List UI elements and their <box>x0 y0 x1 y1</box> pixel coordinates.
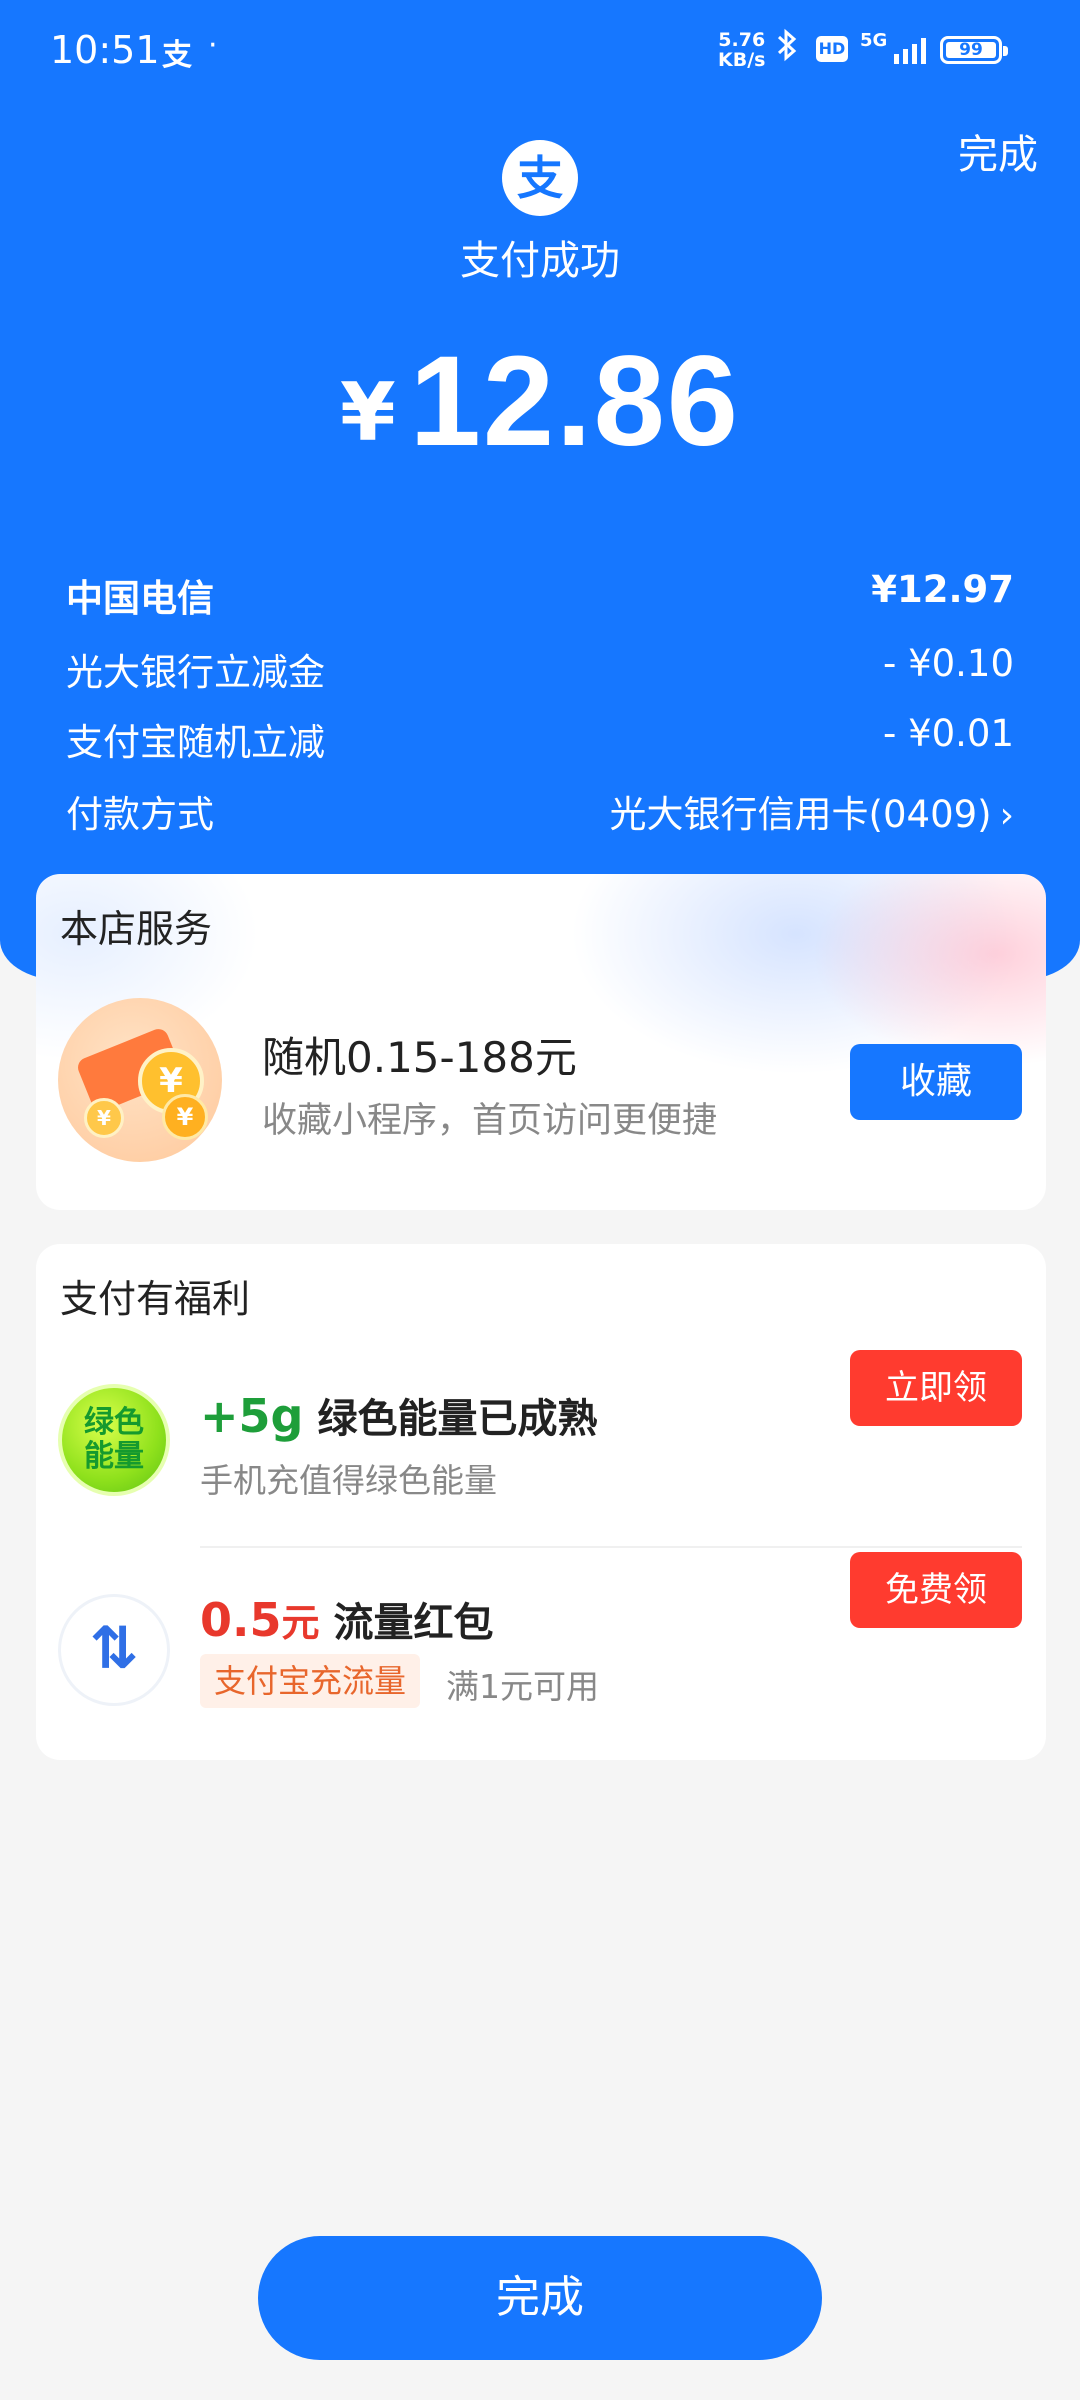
store-service-card: 本店服务 ¥ ¥ ¥ 随机0.15-188元 收藏小程序，首页访问更便捷 收藏 <box>36 874 1046 1210</box>
status-bar: 10:51 支 · 5.76 KB/s HD 5G 99 <box>0 0 1080 100</box>
done-button-top[interactable]: 完成 <box>958 122 1038 180</box>
bluetooth-icon <box>775 28 799 71</box>
detail-label: 支付宝随机立减 <box>66 721 325 764</box>
hd-icon: HD <box>816 36 848 62</box>
network-type: 5G <box>860 30 888 51</box>
payment-method-link[interactable]: 光大银行信用卡(0409) › <box>610 784 1014 838</box>
energy-title: +5g 绿色能量已成熟 <box>200 1386 597 1444</box>
claim-energy-button[interactable]: 立即领 <box>850 1350 1022 1426</box>
favorite-button[interactable]: 收藏 <box>850 1044 1022 1120</box>
detail-label: 光大银行立减金 <box>66 651 325 694</box>
energy-icon-line2: 能量 <box>84 1439 144 1474</box>
energy-subtitle: 手机充值得绿色能量 <box>200 1461 497 1500</box>
service-item-title: 随机0.15-188元 <box>262 1033 577 1082</box>
amount-value: 12.86 <box>409 330 740 473</box>
divider <box>200 1546 1022 1548</box>
battery-icon: 99 <box>940 36 1008 64</box>
detail-value: - ¥0.01 <box>882 712 1014 755</box>
signal-icon <box>892 36 932 68</box>
benefits-title: 支付有福利 <box>60 1277 251 1321</box>
done-button-bottom[interactable]: 完成 <box>258 2236 822 2360</box>
data-packet-title: 0.5元 流量红包 <box>200 1590 494 1648</box>
data-transfer-icon: ⇅ <box>58 1594 170 1706</box>
detail-value: ¥12.97 <box>871 568 1014 611</box>
data-packet-amount: 0.5 <box>200 1593 282 1647</box>
coin-promo-icon: ¥ ¥ ¥ <box>58 998 222 1162</box>
chevron-right-icon: › <box>999 795 1014 836</box>
network-speed: 5.76 KB/s <box>718 30 765 70</box>
energy-amount: +5g <box>200 1389 304 1443</box>
data-packet-unit: 元 <box>281 1601 320 1645</box>
service-item-subtitle: 收藏小程序，首页访问更便捷 <box>262 1101 718 1141</box>
detail-row-bank-discount: 光大银行立减金 - ¥0.10 <box>66 642 1014 694</box>
battery-level: 99 <box>946 42 996 59</box>
data-packet-label: 流量红包 <box>333 1600 494 1646</box>
data-packet-tag: 支付宝充流量 <box>200 1654 421 1708</box>
claim-data-button[interactable]: 免费领 <box>850 1552 1022 1628</box>
energy-label: 绿色能量已成熟 <box>317 1396 598 1442</box>
detail-value: - ¥0.10 <box>882 642 1014 685</box>
notification-dot: · <box>208 28 218 63</box>
coin-medium: ¥ <box>162 1094 208 1140</box>
status-time: 10:51 <box>50 28 160 72</box>
detail-row-payment-method[interactable]: 付款方式 光大银行信用卡(0409) › <box>66 784 1014 836</box>
payment-amount: ¥12.86 <box>0 328 1080 475</box>
alipay-notification-icon: 支 <box>162 38 192 73</box>
network-speed-unit: KB/s <box>718 49 766 71</box>
coin-small: ¥ <box>84 1098 124 1138</box>
alipay-logo-icon: 支 <box>502 140 578 216</box>
payment-success-title: 支付成功 <box>460 238 620 284</box>
detail-row-random-discount: 支付宝随机立减 - ¥0.01 <box>66 712 1014 764</box>
detail-label: 付款方式 <box>66 793 214 836</box>
currency-symbol: ¥ <box>340 366 396 459</box>
payment-benefits-card: 支付有福利 绿色 能量 +5g绿色能量已成熟 手机充值得绿色能量 立即领 ···… <box>36 1244 1046 1760</box>
network-speed-value: 5.76 <box>718 29 766 51</box>
data-packet-note: 满1元可用 <box>446 1667 599 1706</box>
energy-icon-line1: 绿色 <box>84 1405 144 1440</box>
detail-label: 中国电信 <box>66 577 214 620</box>
store-service-title: 本店服务 <box>60 907 213 951</box>
detail-value: 光大银行信用卡(0409) <box>609 793 992 836</box>
detail-row-merchant: 中国电信 ¥12.97 <box>66 568 1014 620</box>
green-energy-icon: 绿色 能量 <box>58 1384 170 1496</box>
